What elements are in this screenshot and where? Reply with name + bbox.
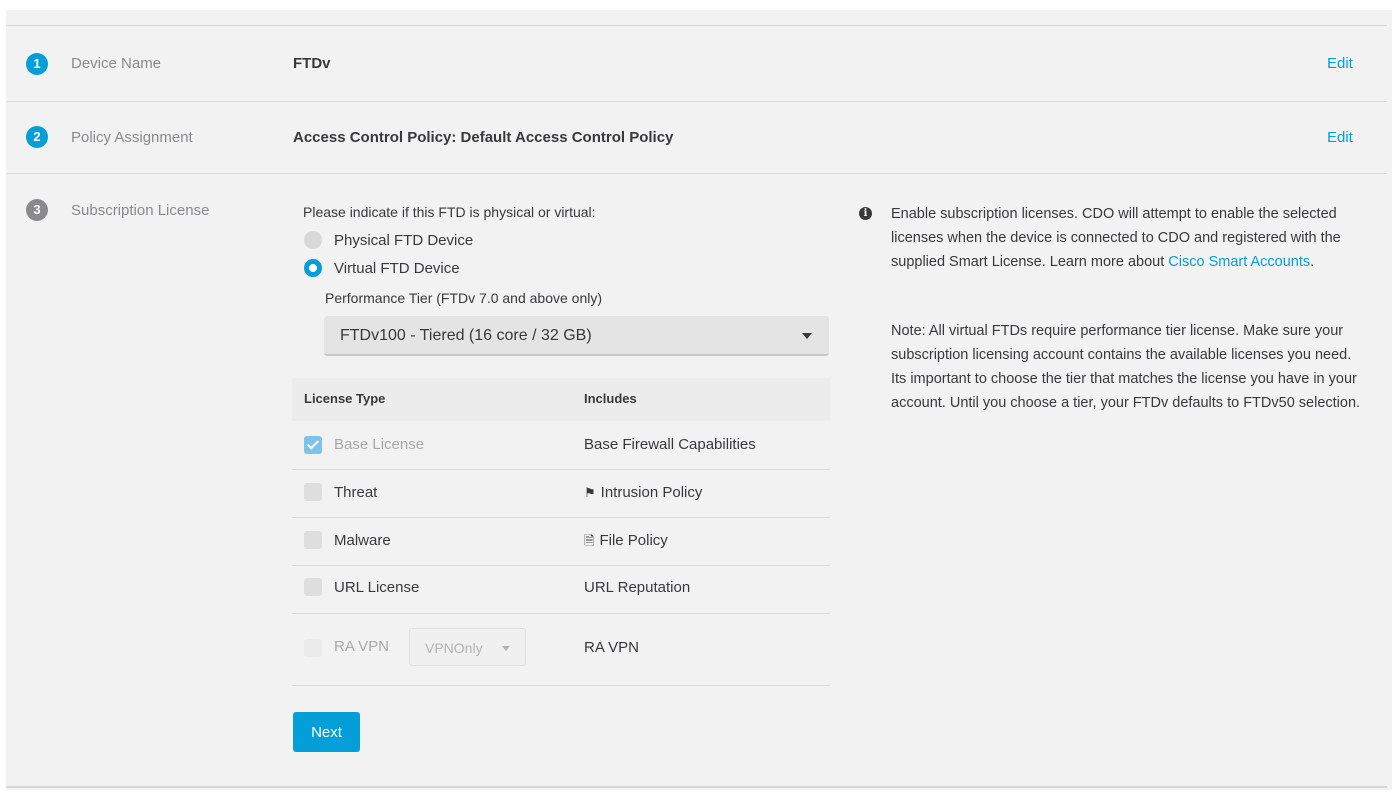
cisco-smart-accounts-link[interactable]: Cisco Smart Accounts xyxy=(1168,254,1310,270)
base-license-label: Base License xyxy=(334,436,425,453)
row-divider xyxy=(292,517,830,518)
url-license-includes: URL Reputation xyxy=(584,579,691,596)
url-license-label: URL License xyxy=(334,579,420,596)
chevron-down-icon xyxy=(502,646,510,651)
malware-includes-text: File Policy xyxy=(599,532,668,549)
threat-includes: ⚑ Intrusion Policy xyxy=(584,484,702,501)
device-name-value: FTDv xyxy=(293,55,331,72)
chevron-down-icon xyxy=(802,333,812,339)
device-type-prompt: Please indicate if this FTD is physical … xyxy=(303,204,596,220)
row-divider xyxy=(292,565,830,566)
step-3-number: 3 xyxy=(26,199,48,221)
virtual-device-radio[interactable]: Virtual FTD Device xyxy=(304,259,460,277)
threat-includes-text: Intrusion Policy xyxy=(600,484,703,501)
edit-policy-link[interactable]: Edit xyxy=(1327,129,1353,146)
info-paragraph-1: Enable subscription licenses. CDO will a… xyxy=(891,202,1361,274)
step-3-label: Subscription License xyxy=(71,202,210,219)
malware-label: Malware xyxy=(334,532,391,549)
malware-checkbox[interactable] xyxy=(304,531,322,549)
base-license-checkbox xyxy=(304,436,322,454)
info-paragraph-2: Note: All virtual FTDs require performan… xyxy=(891,323,1361,411)
ra-vpn-type-select: VPNOnly xyxy=(409,628,526,666)
policy-assignment-value: Access Control Policy: Default Access Co… xyxy=(293,129,674,146)
row-divider xyxy=(292,613,830,614)
header-includes: Includes xyxy=(584,391,637,406)
radio-selected[interactable] xyxy=(304,259,322,277)
intrusion-policy-icon: ⚑ xyxy=(584,485,596,500)
url-license-checkbox[interactable] xyxy=(304,578,322,596)
physical-device-radio[interactable]: Physical FTD Device xyxy=(304,231,473,249)
performance-tier-label: Performance Tier (FTDv 7.0 and above onl… xyxy=(325,290,603,306)
threat-checkbox[interactable] xyxy=(304,483,322,501)
base-license-includes: Base Firewall Capabilities xyxy=(584,436,756,453)
radio-unselected[interactable] xyxy=(304,231,322,249)
step-1-label: Device Name xyxy=(71,55,162,72)
malware-includes: 🗎 File Policy xyxy=(584,532,668,554)
threat-label: Threat xyxy=(334,484,378,501)
license-table-header: License Type Includes xyxy=(292,378,830,421)
next-button[interactable]: Next xyxy=(293,712,360,752)
virtual-device-label: Virtual FTD Device xyxy=(334,259,460,277)
performance-tier-value: FTDv100 - Tiered (16 core / 32 GB) xyxy=(340,327,592,344)
step-2-label: Policy Assignment xyxy=(71,129,193,146)
ra-vpn-label: RA VPN xyxy=(334,638,390,655)
row-divider xyxy=(292,469,830,470)
divider xyxy=(6,173,1387,174)
divider xyxy=(6,25,1387,26)
header-license-type: License Type xyxy=(304,391,386,406)
file-policy-icon: 🗎 xyxy=(584,533,595,548)
info-icon: i xyxy=(859,207,872,220)
step-1-number: 1 xyxy=(26,53,48,75)
edit-device-name-link[interactable]: Edit xyxy=(1327,55,1353,72)
ra-vpn-type-value: VPNOnly xyxy=(425,640,483,656)
info-text-end: . xyxy=(1310,254,1315,270)
ra-vpn-includes: RA VPN xyxy=(584,639,640,656)
divider xyxy=(6,101,1387,102)
divider xyxy=(6,786,1387,788)
physical-device-label: Physical FTD Device xyxy=(334,231,474,249)
step-2-number: 2 xyxy=(26,126,48,148)
ra-vpn-checkbox xyxy=(304,639,322,657)
performance-tier-select[interactable]: FTDv100 - Tiered (16 core / 32 GB) xyxy=(324,316,829,356)
row-divider xyxy=(292,685,830,686)
